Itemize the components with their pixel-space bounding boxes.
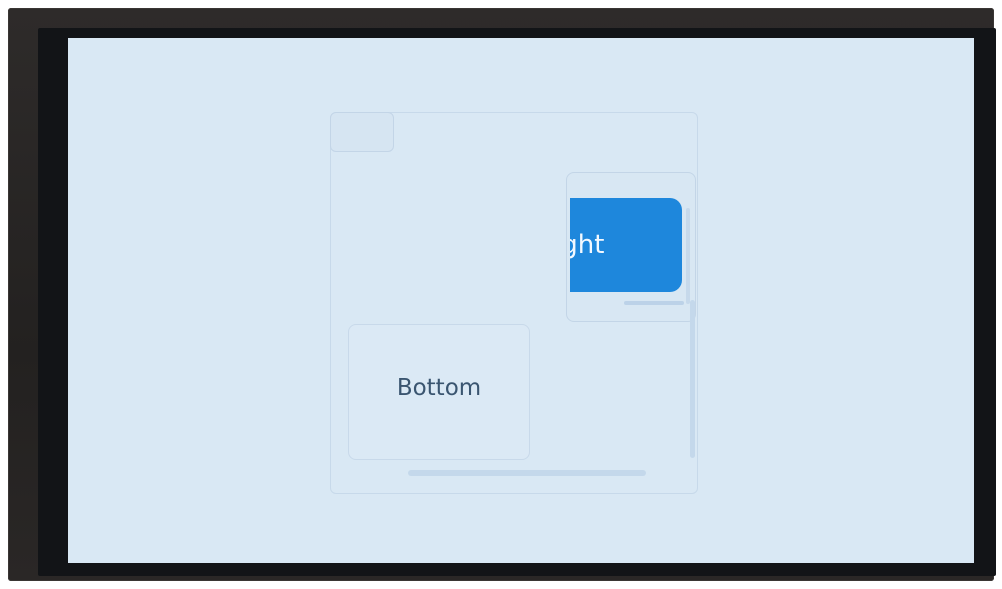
main-horizontal-scrollbar[interactable] xyxy=(408,470,646,476)
right-panel-horizontal-scrollbar[interactable] xyxy=(624,301,684,305)
main-vertical-scrollbar[interactable] xyxy=(690,300,695,458)
right-button[interactable]: Right xyxy=(570,198,682,292)
top-left-child-panel xyxy=(330,112,394,152)
lcd-screen: Right Bottom xyxy=(68,38,974,563)
bottom-child-panel[interactable]: Bottom xyxy=(348,324,530,460)
bottom-label: Bottom xyxy=(396,375,482,401)
right-button-label: Right xyxy=(570,230,605,260)
right-panel-vertical-scrollbar[interactable] xyxy=(686,208,690,304)
